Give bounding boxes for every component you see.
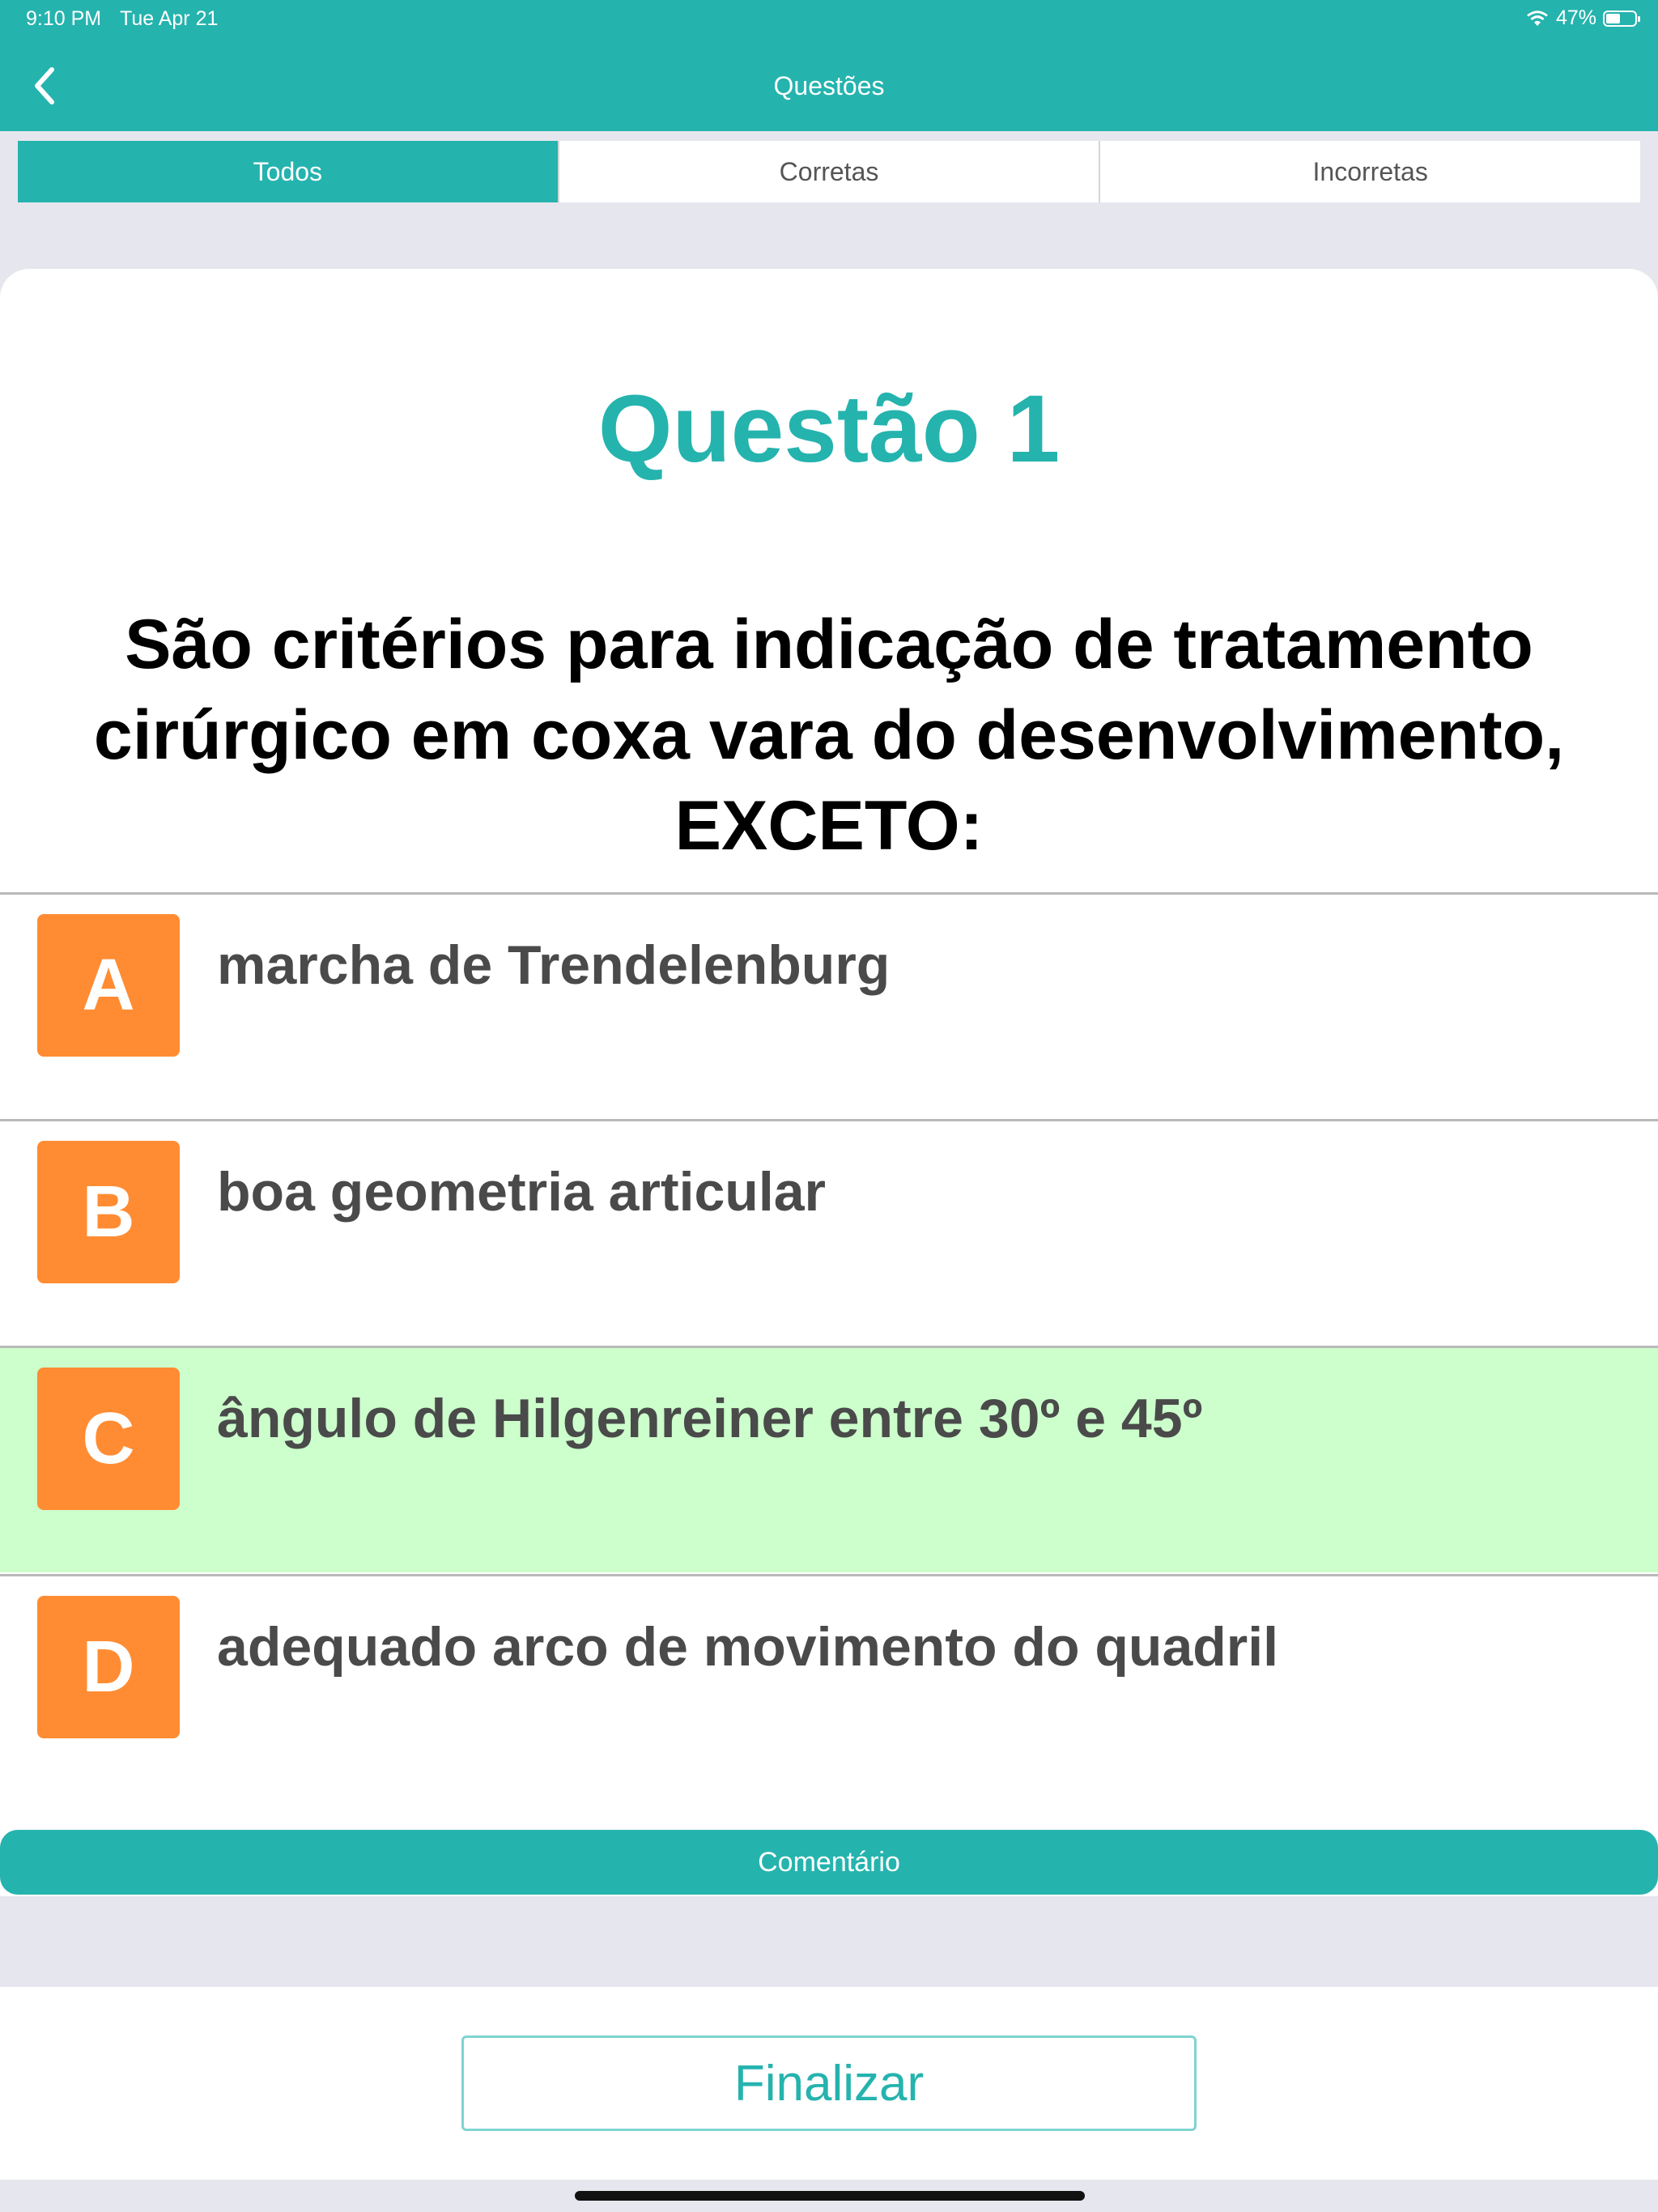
option-letter: A — [37, 914, 180, 1057]
footer: Finalizar — [0, 1987, 1658, 2180]
comment-button[interactable]: Comentário — [0, 1830, 1658, 1895]
tab-corretas[interactable]: Corretas — [557, 141, 1099, 202]
finish-button[interactable]: Finalizar — [461, 2035, 1197, 2131]
option-text: marcha de Trendelenburg — [217, 934, 891, 996]
question-card: Questão 1 São critérios para indicação d… — [0, 269, 1658, 1896]
option-d[interactable]: D adequado arco de movimento do quadril — [0, 1574, 1658, 1801]
option-text: adequado arco de movimento do quadril — [217, 1616, 1279, 1678]
tab-incorretas[interactable]: Incorretas — [1099, 141, 1641, 202]
question-title: Questão 1 — [597, 376, 1061, 483]
page-title: Questões — [773, 71, 885, 100]
battery-percent: 47% — [1555, 6, 1596, 29]
tab-todos[interactable]: Todos — [18, 141, 558, 202]
battery-icon — [1603, 10, 1640, 27]
option-text: boa geometria articular — [217, 1161, 827, 1223]
option-a[interactable]: A marcha de Trendelenburg — [0, 892, 1658, 1119]
option-b[interactable]: B boa geometria articular — [0, 1119, 1658, 1346]
option-letter: C — [37, 1368, 180, 1510]
nav-bar: Questões — [0, 40, 1658, 131]
question-text: São critérios para indicação de tratamen… — [93, 606, 1565, 865]
option-c[interactable]: C ângulo de Hilgenreiner entre 30º e 45º — [0, 1346, 1658, 1572]
option-letter: D — [37, 1596, 180, 1738]
option-letter: B — [37, 1141, 180, 1283]
filter-tabs: Todos Corretas Incorretas — [18, 141, 1641, 202]
option-text: ângulo de Hilgenreiner entre 30º e 45º — [217, 1388, 1203, 1449]
status-bar: 9:10 PM Tue Apr 21 47% — [0, 0, 1658, 40]
status-right: 47% — [1525, 6, 1640, 30]
home-indicator[interactable] — [575, 2191, 1085, 2201]
status-date: Tue Apr 21 — [120, 7, 219, 30]
status-time: 9:10 PM — [26, 7, 102, 30]
wifi-icon — [1526, 10, 1548, 26]
